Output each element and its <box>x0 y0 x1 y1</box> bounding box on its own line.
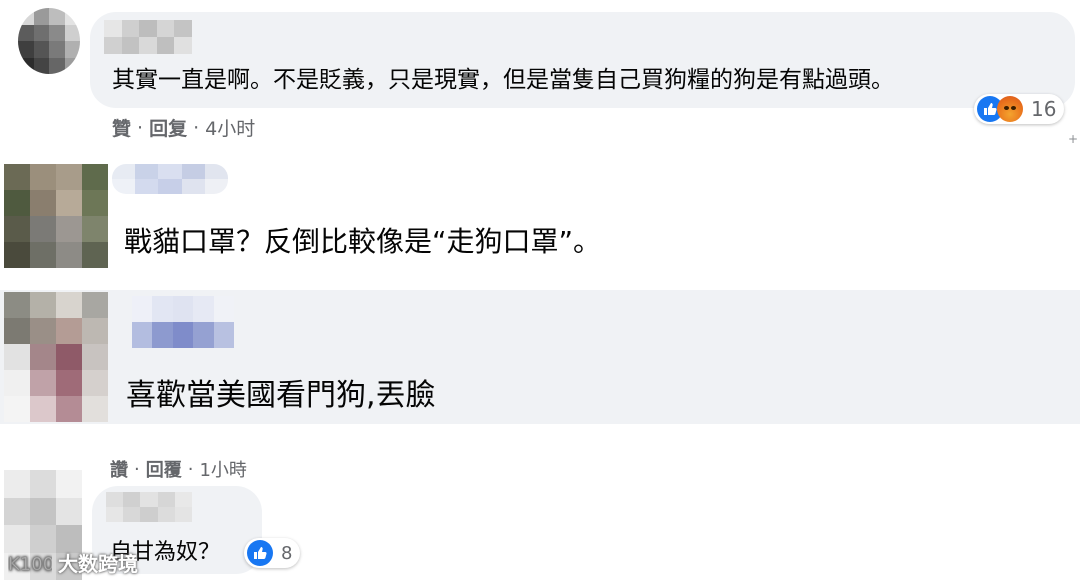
reaction-summary[interactable]: 16 <box>974 94 1065 124</box>
separator: · <box>187 458 194 480</box>
username-blurred[interactable] <box>104 20 192 54</box>
more-options-icon[interactable]: + <box>1068 133 1078 145</box>
username-blurred[interactable] <box>112 164 228 194</box>
reply-button[interactable]: 回覆 <box>146 456 182 482</box>
avatar-blurred[interactable] <box>4 292 108 422</box>
like-button[interactable]: 讚 <box>110 456 128 482</box>
like-icon <box>247 540 273 566</box>
comment-actions: 贊 · 回复 · 4小时 <box>112 114 255 141</box>
reaction-count: 8 <box>281 542 293 564</box>
timestamp[interactable]: 1小時 <box>199 456 246 482</box>
avatar-blurred[interactable] <box>4 164 108 268</box>
angry-icon <box>997 96 1023 122</box>
username-blurred[interactable] <box>106 492 192 522</box>
like-button[interactable]: 贊 <box>112 114 131 141</box>
separator: · <box>137 116 144 139</box>
avatar-blurred[interactable] <box>18 8 80 74</box>
username-blurred[interactable] <box>132 296 234 348</box>
timestamp[interactable]: 4小时 <box>205 114 255 141</box>
comment-actions: 讚 · 回覆 · 1小時 <box>110 456 247 482</box>
reaction-count: 16 <box>1031 97 1057 121</box>
separator: · <box>193 116 200 139</box>
watermark: K100 大数跨境 <box>8 548 138 577</box>
comment-text: 其實一直是啊。不是貶義，只是現實，但是當隻自己買狗糧的狗是有點過頭。 <box>112 67 894 93</box>
watermark-logo-icon: K100 <box>8 553 52 575</box>
watermark-text: 大数跨境 <box>58 552 138 576</box>
reaction-summary[interactable]: 8 <box>244 538 301 568</box>
reply-button[interactable]: 回复 <box>149 114 187 141</box>
separator: · <box>134 458 140 480</box>
comment-text: 喜歡當美國看門狗,丟臉 <box>126 378 436 413</box>
svg-text:K100: K100 <box>8 554 52 575</box>
comment-text: 戰貓口罩？反倒比較像是“走狗口罩”。 <box>124 225 602 258</box>
